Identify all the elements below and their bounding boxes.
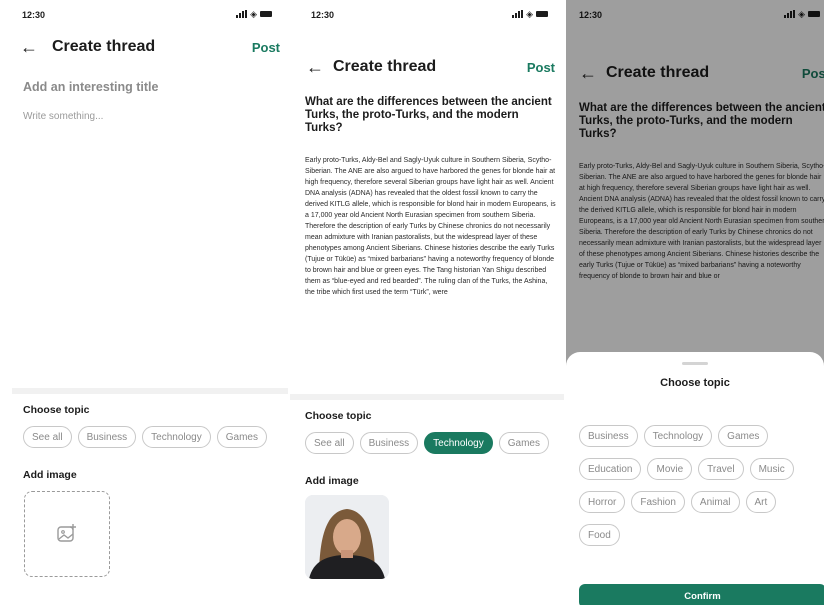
person-portrait-image (305, 495, 389, 579)
topic-chip-horror[interactable]: Horror (579, 491, 626, 513)
app-bar: ← Create thread Post (290, 56, 564, 80)
section-divider (12, 388, 288, 394)
topic-chip-fashion[interactable]: Fashion (631, 491, 685, 513)
topic-chip-see-all[interactable]: See all (23, 426, 72, 448)
status-time: 12:30 (311, 10, 335, 20)
thread-title-input[interactable]: What are the differences between the anc… (305, 96, 557, 135)
thread-body-input[interactable]: Early proto-Turks, Aldy-Bel and Sagly-Uy… (305, 155, 557, 385)
thread-body-input[interactable]: Write something... (23, 111, 103, 122)
topic-chip-games[interactable]: Games (498, 432, 549, 454)
topic-chip-games[interactable]: Games (216, 426, 267, 448)
battery-icon (260, 11, 272, 17)
topic-chip-technology-selected[interactable]: Technology (424, 432, 493, 454)
topic-chip-food[interactable]: Food (579, 524, 620, 546)
sheet-title: Choose topic (660, 377, 730, 389)
topic-chip-movie[interactable]: Movie (647, 458, 693, 480)
choose-topic-sheet-screen: 12:30 ◈ ← Create thread Post What are th… (566, 0, 824, 605)
topic-chip-art[interactable]: Art (745, 491, 777, 513)
topic-chips-row-4: Food (579, 524, 819, 546)
add-image-icon (57, 524, 76, 542)
create-thread-empty-screen: 12:30 ◈ ← Create thread Post Add an inte… (0, 0, 288, 605)
topic-chip-business[interactable]: Business (359, 432, 419, 454)
post-button[interactable]: Post (252, 40, 280, 55)
topic-chip-travel[interactable]: Travel (698, 458, 744, 480)
battery-icon (536, 11, 548, 17)
topic-chip-music[interactable]: Music (749, 458, 794, 480)
post-button[interactable]: Post (527, 60, 555, 75)
create-thread-filled-screen: 12:30 ◈ ← Create thread Post What are th… (290, 0, 564, 605)
topic-chip-business[interactable]: Business (77, 426, 137, 448)
topic-chip-education[interactable]: Education (579, 458, 642, 480)
topic-chip-technology[interactable]: Technology (643, 425, 713, 447)
signal-icon (512, 10, 524, 18)
choose-topic-bottom-sheet: Choose topic Business Technology Games E… (566, 352, 824, 605)
choose-topic-label: Choose topic (305, 410, 372, 422)
status-bar: 12:30 ◈ (290, 10, 564, 26)
uploaded-photo[interactable] (305, 495, 389, 579)
image-upload-box[interactable] (24, 491, 110, 577)
page-title: Create thread (333, 58, 437, 75)
back-arrow-icon[interactable]: ← (306, 56, 324, 78)
wifi-icon: ◈ (250, 9, 257, 19)
back-arrow-icon[interactable]: ← (20, 36, 38, 58)
topic-chips-row-3: Horror Fashion Animal Art (579, 491, 819, 513)
topic-chip-animal[interactable]: Animal (690, 491, 740, 513)
choose-topic-label: Choose topic (23, 404, 90, 416)
sheet-drag-handle[interactable] (682, 362, 708, 365)
topic-chip-see-all[interactable]: See all (305, 432, 354, 454)
signal-icon (236, 10, 248, 18)
topic-chips: See all Business Technology Games (23, 426, 267, 448)
add-image-label: Add image (23, 469, 77, 481)
thread-title-input[interactable]: Add an interesting title (23, 80, 158, 94)
add-image-label: Add image (305, 475, 359, 487)
wifi-icon: ◈ (526, 9, 533, 19)
status-bar: 12:30 ◈ (0, 10, 288, 26)
topic-chips-row-2: Education Movie Travel Music (579, 458, 819, 480)
status-icons: ◈ (236, 9, 272, 19)
section-divider (290, 394, 564, 400)
topic-chips: See all Business Technology Games (305, 432, 549, 454)
confirm-button[interactable]: Confirm (579, 584, 824, 605)
topic-chip-business[interactable]: Business (579, 425, 638, 447)
topic-chips-row-1: Business Technology Games (579, 425, 819, 447)
status-icons: ◈ (512, 9, 548, 19)
topic-chip-games[interactable]: Games (718, 425, 769, 447)
status-time: 12:30 (22, 10, 46, 20)
page-title: Create thread (52, 38, 156, 55)
topic-chip-technology[interactable]: Technology (142, 426, 211, 448)
app-bar: ← Create thread Post (0, 36, 288, 60)
